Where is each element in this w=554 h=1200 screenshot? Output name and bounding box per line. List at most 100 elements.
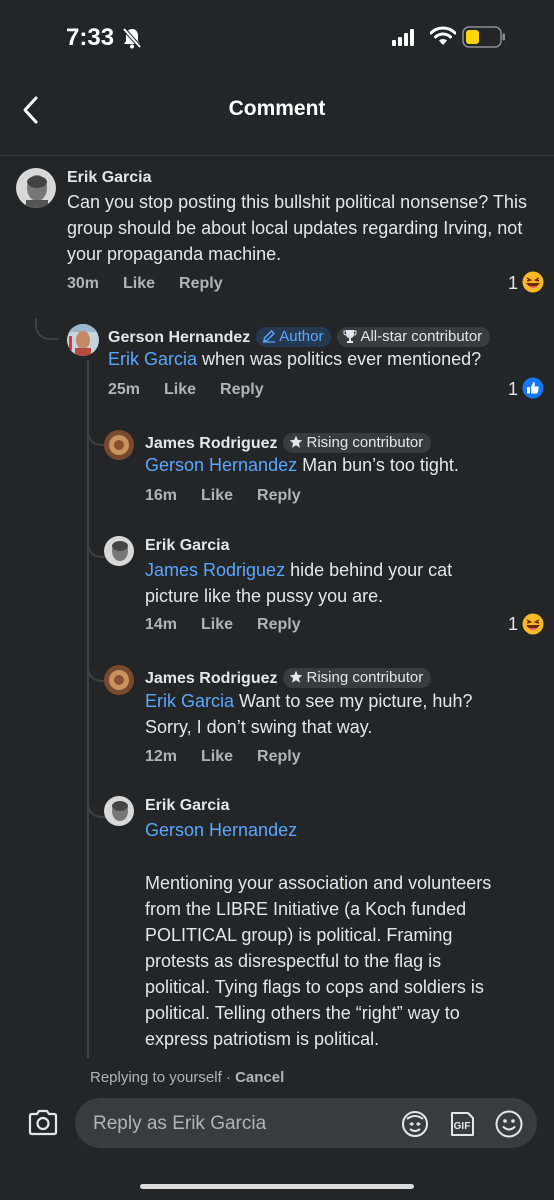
comment-meta: 30m Like Reply [67, 275, 247, 293]
comment-text: James Rodriguez hide behind your cat pic… [145, 557, 452, 609]
comment-author-row: James Rodriguez Rising contributor [145, 668, 432, 688]
haha-reaction-icon[interactable] [522, 613, 544, 635]
contributor-badge: Rising contributor [283, 433, 432, 453]
thread-line [87, 360, 89, 1058]
avatar-sticker-icon[interactable] [401, 1110, 429, 1138]
comment-body: picture like the pussy you are. [145, 586, 384, 606]
reaction-count: 1 [508, 379, 519, 399]
contributor-badge: All-star contributor [337, 327, 491, 347]
replying-to-label: Replying to yourself [90, 1069, 222, 1086]
gif-icon[interactable]: GIF [448, 1110, 476, 1138]
replying-to-note: Replying to yourself · Cancel [90, 1069, 285, 1086]
author-badge: Author [256, 327, 332, 347]
avatar[interactable] [67, 324, 99, 356]
signal-icon [392, 29, 414, 46]
pencil-icon [263, 330, 276, 343]
contributor-badge-label: Rising contributor [306, 669, 424, 686]
avatar-image [104, 796, 134, 826]
comment-text: Gerson Hernandez Man bun’s too tight. [145, 452, 459, 478]
comment-line: Mentioning your association and voluntee… [145, 873, 492, 893]
camera-icon[interactable] [26, 1106, 60, 1140]
comment-meta: 25m Like Reply [108, 381, 288, 399]
header-divider [0, 155, 554, 156]
comment-time: 16m [145, 487, 178, 504]
comment-line: protests as disrespectful to the flag is [145, 951, 442, 971]
avatar-image [104, 536, 134, 566]
reply-button[interactable]: Reply [257, 487, 301, 504]
like-button[interactable]: Like [201, 748, 233, 765]
comment-body: Want to see my picture, huh? [234, 691, 473, 711]
comment-author-row: James Rodriguez Rising contributor [145, 433, 432, 453]
reply-button[interactable]: Reply [220, 381, 264, 398]
mention-link[interactable]: James Rodriguez [145, 560, 285, 580]
status-time: 7:33 [66, 24, 115, 51]
contributor-badge-label: Rising contributor [306, 434, 424, 451]
like-button[interactable]: Like [164, 381, 196, 398]
avatar-image [67, 324, 99, 356]
comment-time: 14m [145, 616, 178, 633]
avatar-image [104, 665, 134, 695]
comment-author[interactable]: James Rodriguez [145, 435, 277, 452]
avatar-image [104, 430, 134, 460]
like-button[interactable]: Like [201, 616, 233, 633]
reply-composer: GIF [75, 1098, 537, 1148]
avatar[interactable] [16, 168, 56, 208]
comment-author[interactable]: Erik Garcia [145, 797, 230, 815]
comment-meta: 12m Like Reply [145, 748, 325, 766]
comment-line: from the LIBRE Initiative (a Koch funded [145, 899, 467, 919]
comment-line: political. Telling others the “right” wa… [145, 1003, 460, 1023]
comment-author[interactable]: Erik Garcia [145, 537, 230, 555]
trophy-icon [343, 330, 357, 343]
avatar[interactable] [104, 665, 134, 695]
avatar[interactable] [104, 796, 134, 826]
thread-connector [35, 318, 59, 340]
comment-author[interactable]: Erik Garcia [67, 169, 152, 187]
comment-text: Erik Garcia when was politics ever menti… [108, 346, 481, 372]
reply-button[interactable]: Reply [257, 616, 301, 633]
mention-link[interactable]: Gerson Hernandez [145, 817, 297, 843]
comment-author[interactable]: Gerson Hernandez [108, 329, 250, 346]
reply-button[interactable]: Reply [257, 748, 301, 765]
wifi-icon [430, 26, 456, 45]
comment-line: express patriotism is political. [145, 1029, 380, 1049]
avatar-image [16, 168, 56, 208]
comment-body: hide behind your cat [285, 560, 453, 580]
emoji-icon[interactable] [494, 1109, 524, 1139]
comment-line: POLITICAL group) is political. Framing [145, 925, 453, 945]
haha-reaction-icon[interactable] [522, 271, 544, 293]
home-indicator [140, 1184, 414, 1189]
reply-button[interactable]: Reply [179, 275, 223, 292]
like-button[interactable]: Like [201, 487, 233, 504]
reaction-count: 1 [508, 273, 519, 293]
like-button[interactable]: Like [123, 275, 155, 292]
star-icon [290, 670, 303, 683]
avatar[interactable] [104, 430, 134, 460]
comment-body: Sorry, I don’t swing that way. [145, 717, 373, 737]
avatar[interactable] [104, 536, 134, 566]
comment-body: Man bun’s too tight. [297, 455, 459, 475]
reply-input[interactable] [91, 1108, 385, 1140]
reaction-count: 1 [508, 614, 519, 634]
page-title: Comment [228, 97, 326, 120]
comment-author-row: Gerson Hernandez Author All-star contribut… [108, 327, 491, 347]
comment-meta: 14m Like Reply [145, 616, 325, 634]
comment-body: when was politics ever mentioned? [197, 349, 482, 369]
star-icon [290, 435, 303, 448]
contributor-badge: Rising contributor [283, 668, 432, 688]
mention-link[interactable]: Gerson Hernandez [145, 455, 297, 475]
cancel-reply-button[interactable]: Cancel [235, 1069, 284, 1086]
comment-line: political. Tying flags to cops and soldi… [145, 977, 484, 997]
mention-link[interactable]: Erik Garcia [145, 691, 234, 711]
comment-time: 12m [145, 748, 178, 765]
author-badge-label: Author [279, 328, 324, 345]
like-reaction-icon[interactable] [522, 377, 544, 399]
comment-text: Erik Garcia Want to see my picture, huh?… [145, 688, 472, 740]
comment-time: 30m [67, 275, 100, 292]
svg-text:GIF: GIF [454, 1121, 471, 1132]
comment-text: Can you stop posting this bullshit polit… [67, 192, 527, 264]
comment-author[interactable]: James Rodriguez [145, 670, 277, 687]
bell-slash-icon [122, 27, 142, 49]
battery-icon [462, 26, 505, 48]
comment-time: 25m [108, 381, 141, 398]
mention-link[interactable]: Erik Garcia [108, 349, 197, 369]
